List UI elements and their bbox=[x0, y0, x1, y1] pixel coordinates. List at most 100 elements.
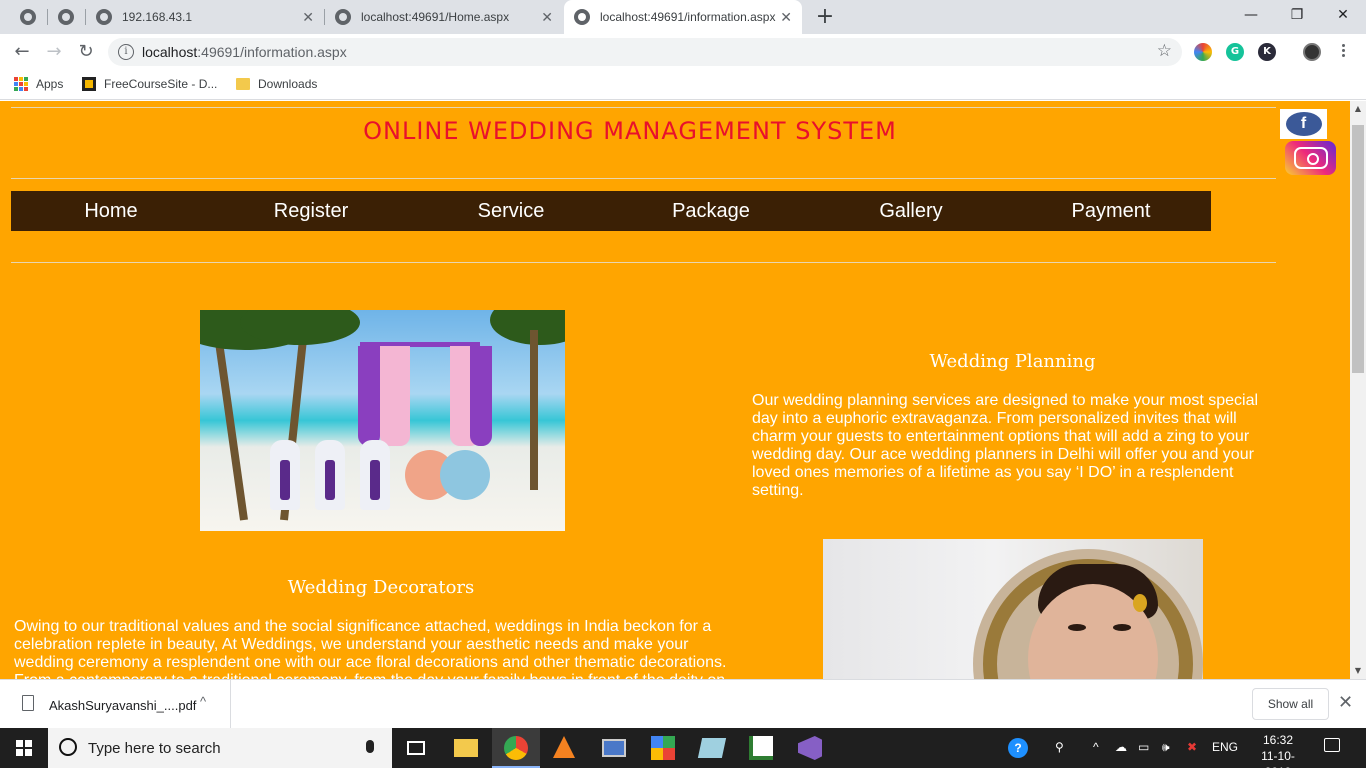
bookmark-label: Downloads bbox=[258, 77, 318, 91]
new-tab-button[interactable]: + bbox=[813, 3, 837, 31]
wedding-planning-title: Wedding Planning bbox=[929, 351, 1096, 372]
bookmark-star-icon[interactable]: ☆ bbox=[1157, 41, 1172, 61]
facebook-icon: f bbox=[1285, 112, 1322, 136]
taskbar-remote-desktop[interactable] bbox=[590, 728, 638, 768]
tab-close-icon[interactable]: ✕ bbox=[302, 9, 314, 26]
language-indicator[interactable]: ENG bbox=[1212, 740, 1238, 754]
cortana-icon bbox=[59, 738, 77, 756]
download-filename: AkashSuryavanshi_....pdf bbox=[49, 698, 197, 713]
help-icon[interactable]: ? bbox=[1008, 738, 1028, 758]
menu-package[interactable]: Package bbox=[611, 191, 811, 231]
download-item[interactable]: AkashSuryavanshi_....pdf ^ bbox=[0, 680, 231, 729]
tab-192-168-43-1[interactable]: 192.168.43.1 ✕ bbox=[86, 0, 324, 34]
chrome-menu-icon[interactable] bbox=[1340, 42, 1346, 62]
wedding-decorators-text: Owing to our traditional values and the … bbox=[14, 618, 727, 679]
bookmarks-bar: Apps FreeCourseSite - D... Downloads bbox=[0, 70, 1366, 100]
menu-home[interactable]: Home bbox=[11, 191, 211, 231]
instagram-icon bbox=[1293, 147, 1328, 169]
tab-title: localhost:49691/Home.aspx bbox=[361, 10, 510, 24]
scroll-down-arrow-icon[interactable]: ▼ bbox=[1350, 663, 1366, 679]
minimize-button[interactable]: — bbox=[1228, 0, 1274, 30]
scroll-up-arrow-icon[interactable]: ▲ bbox=[1350, 101, 1366, 117]
divider bbox=[11, 178, 1276, 179]
monitor-icon bbox=[602, 739, 626, 757]
k-extension-icon[interactable]: K bbox=[1258, 43, 1276, 61]
browser-toolbar: ← → ↻ i localhost:49691/information.aspx… bbox=[0, 34, 1366, 70]
wedding-planning-text: Our wedding planning services are design… bbox=[752, 392, 1259, 499]
url-host: localhost bbox=[142, 44, 198, 60]
color-extension-icon[interactable] bbox=[1194, 43, 1212, 61]
windows-taskbar: Type here to search ? ⚲ ^ ☁ ▭ 🕪 ✖ ENG 16… bbox=[0, 728, 1366, 768]
divider bbox=[11, 262, 1276, 263]
visual-studio-icon bbox=[798, 736, 822, 760]
tab-close-icon[interactable]: ✕ bbox=[541, 9, 553, 26]
forward-button[interactable]: → bbox=[42, 40, 66, 64]
menu-service[interactable]: Service bbox=[411, 191, 611, 231]
tab-home-aspx[interactable]: localhost:49691/Home.aspx ✕ bbox=[325, 0, 563, 34]
tab-information-aspx[interactable]: localhost:49691/information.aspx ✕ bbox=[564, 0, 802, 34]
taskbar-vlc[interactable] bbox=[541, 728, 589, 768]
page-viewport: ONLINE WEDDING MANAGEMENT SYSTEM f Home … bbox=[0, 101, 1350, 679]
system-clock[interactable]: 16:32 11-10-2019 bbox=[1253, 732, 1303, 768]
task-view-button[interactable] bbox=[392, 728, 440, 768]
restore-button[interactable]: ❐ bbox=[1274, 0, 1320, 30]
start-button[interactable] bbox=[0, 728, 48, 768]
taskbar-notes[interactable] bbox=[688, 728, 736, 768]
notifications-icon[interactable] bbox=[1324, 738, 1340, 752]
bookmark-downloads[interactable]: Downloads bbox=[236, 77, 317, 91]
chevron-up-tray-icon[interactable]: ^ bbox=[1093, 740, 1099, 754]
facebook-link[interactable]: f bbox=[1280, 109, 1327, 139]
reload-button[interactable]: ↻ bbox=[74, 40, 98, 64]
taskbar-file-explorer[interactable] bbox=[442, 728, 490, 768]
tab-close-icon[interactable]: ✕ bbox=[780, 9, 792, 26]
globe-icon bbox=[58, 9, 74, 25]
address-bar[interactable]: i localhost:49691/information.aspx ☆ bbox=[108, 38, 1182, 66]
menu-gallery[interactable]: Gallery bbox=[811, 191, 1011, 231]
close-window-button[interactable]: ✕ bbox=[1320, 0, 1366, 30]
scroll-thumb[interactable] bbox=[1352, 125, 1364, 373]
notes-icon bbox=[697, 738, 727, 758]
freecoursesite-icon bbox=[82, 77, 96, 91]
page-scrollbar[interactable]: ▲ ▼ bbox=[1350, 101, 1366, 679]
close-downloads-icon[interactable]: ✕ bbox=[1338, 692, 1353, 713]
grammarly-extension-icon[interactable]: G bbox=[1226, 43, 1244, 61]
tab-blank-1[interactable] bbox=[8, 0, 48, 34]
menu-payment[interactable]: Payment bbox=[1011, 191, 1211, 231]
site-info-icon[interactable]: i bbox=[118, 44, 134, 60]
microphone-icon[interactable] bbox=[366, 740, 374, 753]
chrome-icon bbox=[504, 736, 528, 760]
download-shelf: AkashSuryavanshi_....pdf ^ Show all ✕ bbox=[0, 679, 1366, 729]
taskbar-chrome[interactable] bbox=[492, 728, 540, 768]
pdf-file-icon bbox=[22, 695, 34, 711]
wedding-decorators-title: Wedding Decorators bbox=[287, 577, 475, 598]
show-all-button[interactable]: Show all bbox=[1252, 688, 1329, 720]
menu-register[interactable]: Register bbox=[211, 191, 411, 231]
taskbar-visual-studio[interactable] bbox=[786, 728, 834, 768]
taskbar-app-grid[interactable] bbox=[639, 728, 687, 768]
address-url[interactable]: localhost:49691/information.aspx bbox=[142, 44, 347, 60]
network-icon[interactable]: ☁ bbox=[1115, 740, 1127, 754]
globe-icon bbox=[20, 9, 36, 25]
chevron-up-icon[interactable]: ^ bbox=[200, 694, 206, 709]
bookmark-apps[interactable]: Apps bbox=[14, 77, 63, 91]
profile-avatar[interactable] bbox=[1303, 43, 1321, 61]
taskbar-search[interactable]: Type here to search bbox=[48, 728, 392, 768]
bride-image bbox=[823, 539, 1203, 679]
power-icon[interactable]: ▭ bbox=[1138, 740, 1149, 754]
volume-icon[interactable]: 🕪 bbox=[1162, 740, 1170, 755]
folder-icon bbox=[454, 739, 478, 757]
clock-time: 16:32 bbox=[1262, 733, 1294, 747]
main-menu: Home Register Service Package Gallery Pa… bbox=[11, 191, 1211, 231]
wifi-off-icon[interactable]: ✖ bbox=[1187, 740, 1197, 754]
people-icon[interactable]: ⚲ bbox=[1055, 740, 1064, 754]
bookmark-freecoursesite[interactable]: FreeCourseSite - D... bbox=[82, 77, 217, 91]
tab-blank-2[interactable] bbox=[48, 0, 84, 34]
bookmark-label: Apps bbox=[36, 77, 64, 91]
colored-grid-icon bbox=[651, 736, 675, 760]
globe-icon bbox=[335, 9, 351, 25]
instagram-link[interactable] bbox=[1285, 141, 1336, 175]
chart-app-icon bbox=[749, 736, 773, 760]
beach-wedding-image bbox=[200, 310, 565, 531]
back-button[interactable]: ← bbox=[10, 40, 34, 64]
taskbar-chart-app[interactable] bbox=[737, 728, 785, 768]
